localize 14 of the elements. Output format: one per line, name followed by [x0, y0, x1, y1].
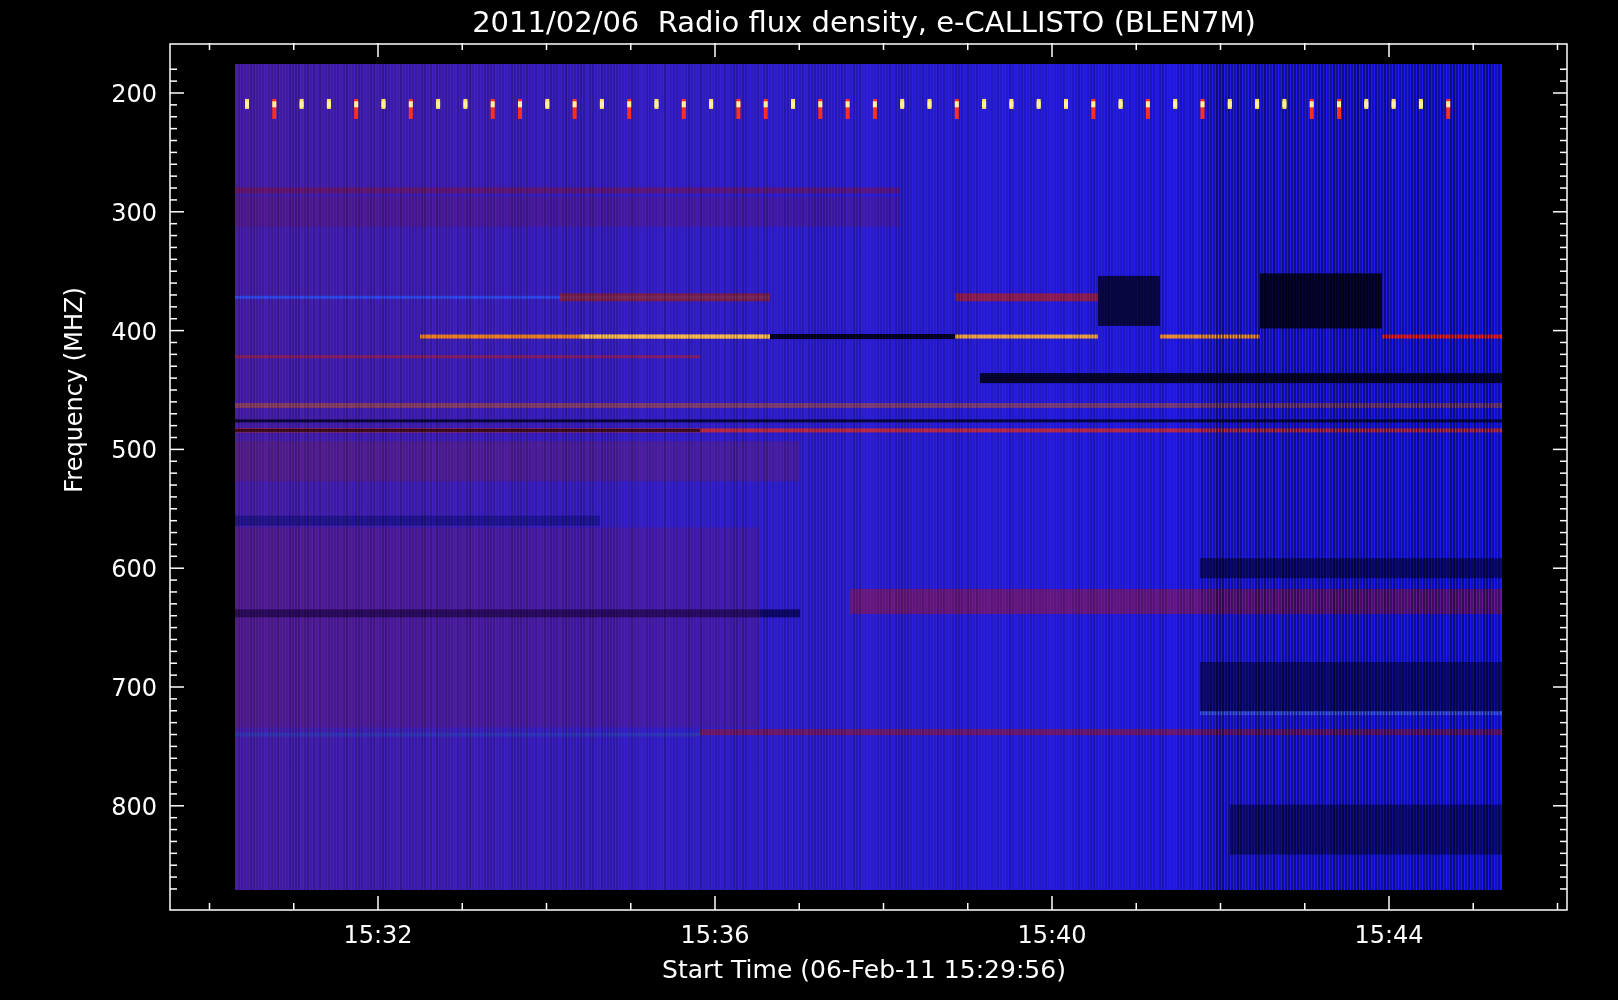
axis-tick-label: 200	[111, 80, 157, 108]
axis-tick-label: 700	[111, 674, 157, 702]
axis-tick-label: 500	[111, 436, 157, 465]
axis-tick-label: 15:36	[680, 921, 750, 949]
axis-tick-label: 15:40	[1017, 921, 1087, 949]
y-axis-label: Frequency (MHZ)	[60, 287, 88, 493]
axis-tick-label: 15:44	[1354, 921, 1424, 949]
x-axis-label: Start Time (06-Feb-11 15:29:56)	[662, 955, 1066, 984]
axis-tick-label: 400	[111, 317, 157, 346]
axis-tick-label: 300	[111, 198, 157, 227]
chart-title: 2011/02/06 Radio flux density, e-CALLISTO (BLEN7M)	[472, 4, 1256, 39]
axis-tick-label: 15:32	[343, 921, 413, 949]
axis-tick-label: 600	[111, 555, 157, 584]
axis-tick-label: 800	[111, 792, 157, 821]
